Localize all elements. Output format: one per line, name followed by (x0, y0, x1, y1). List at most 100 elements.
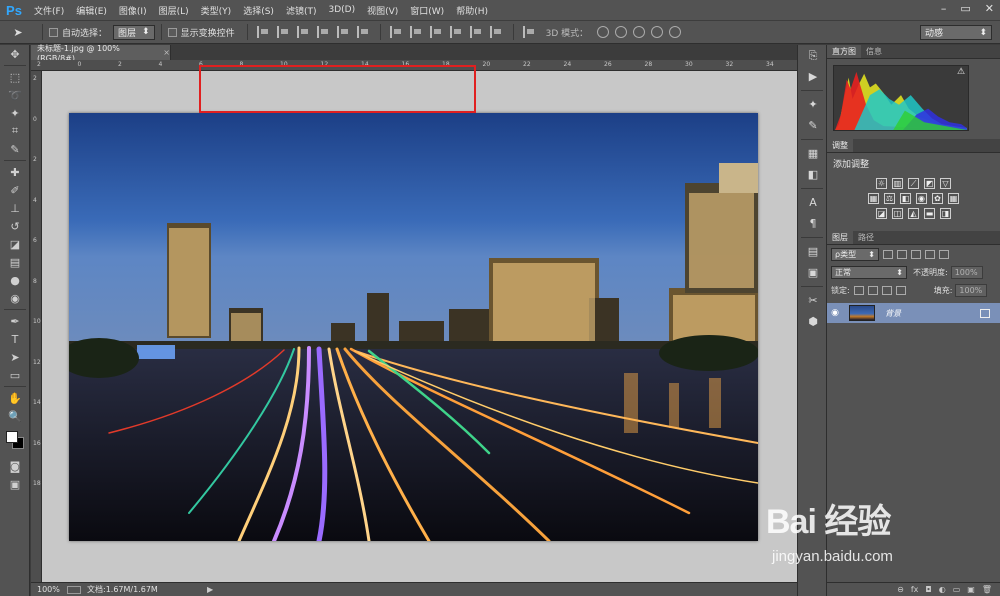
menu-layer[interactable]: 图层(L) (153, 4, 195, 17)
vibrance-icon[interactable]: ▽ (940, 178, 951, 189)
blur-tool-icon[interactable]: ● (0, 271, 30, 289)
distribute-right-icon[interactable] (489, 26, 504, 38)
document-tab[interactable]: 未标题-1.jpg @ 100%(RGB/8#) × (31, 44, 171, 63)
curves-icon[interactable]: ⟋ (908, 178, 919, 189)
filter-smart-icon[interactable] (939, 249, 949, 259)
new-group-icon[interactable]: ▭ (953, 585, 961, 594)
selective-color-icon[interactable]: ◨ (940, 208, 951, 219)
photo-filter-icon[interactable]: ◉ (916, 193, 927, 204)
type-tool-icon[interactable]: T (0, 330, 30, 348)
auto-select-dropdown[interactable]: 图层 ⬍ (113, 24, 155, 40)
lock-transparent-icon[interactable] (853, 285, 864, 295)
restore-button[interactable]: ▭ (960, 2, 970, 15)
tool-presets-panel-icon[interactable]: ✦ (798, 94, 828, 115)
lock-all-icon[interactable] (895, 285, 906, 295)
marquee-tool-icon[interactable]: ⬚ (0, 68, 30, 86)
hand-tool-icon[interactable]: ✋ (0, 389, 30, 407)
eyedropper-tool-icon[interactable]: ✎ (0, 140, 30, 158)
close-icon[interactable]: × (163, 48, 170, 57)
shape-tool-icon[interactable]: ▭ (0, 366, 30, 384)
filter-shape-icon[interactable] (925, 249, 935, 259)
menu-edit[interactable]: 编辑(E) (70, 4, 113, 17)
brightness-icon[interactable]: ☼ (876, 178, 887, 189)
zoom-tool-icon[interactable]: 🔍 (0, 407, 30, 425)
3d-slide-icon[interactable] (651, 26, 664, 38)
fill-field[interactable]: 100% (955, 283, 988, 297)
swatches-panel-icon[interactable]: ▦ (798, 143, 828, 164)
ruler-vertical[interactable]: 2 0 2 4 6 8 10 12 14 16 18 (31, 71, 42, 582)
path-select-tool-icon[interactable]: ➤ (0, 348, 30, 366)
notes-panel-icon[interactable]: ▣ (798, 262, 828, 283)
minimize-button[interactable]: – (941, 2, 947, 15)
align-vcenter-icon[interactable] (276, 26, 291, 38)
color-balance-icon[interactable]: ⚖ (884, 193, 895, 204)
3d-panel-icon[interactable]: ⬢ (798, 311, 828, 332)
lock-position-icon[interactable] (881, 285, 892, 295)
tab-paths[interactable]: 路径 (853, 231, 879, 244)
align-hcenter-icon[interactable] (336, 26, 351, 38)
actions-panel-icon[interactable]: ▶ (798, 66, 828, 87)
black-white-icon[interactable]: ◧ (900, 193, 911, 204)
canvas-image[interactable] (69, 113, 758, 541)
auto-align-icon[interactable] (522, 26, 537, 38)
filter-adjust-icon[interactable] (897, 249, 907, 259)
3d-pan-icon[interactable] (633, 26, 646, 38)
auto-select-checkbox[interactable] (49, 27, 58, 37)
layer-style-icon[interactable]: fx (911, 585, 919, 594)
pen-tool-icon[interactable]: ✒ (0, 312, 30, 330)
tab-info[interactable]: 信息 (861, 45, 887, 58)
menu-image[interactable]: 图像(I) (113, 4, 153, 17)
layer-row-background[interactable]: ◉ 背景 (827, 303, 1000, 323)
menu-filter[interactable]: 滤镜(T) (280, 4, 323, 17)
3d-rotate-icon[interactable] (597, 26, 610, 38)
align-top-icon[interactable] (256, 26, 271, 38)
link-layers-icon[interactable]: ⊖ (897, 585, 904, 594)
menu-file[interactable]: 文件(F) (28, 4, 70, 17)
distribute-top-icon[interactable] (389, 26, 404, 38)
workspace-dropdown[interactable]: 动感 ⬍ (920, 25, 992, 40)
posterize-icon[interactable]: ◫ (892, 208, 903, 219)
lasso-tool-icon[interactable]: ➰ (0, 86, 30, 104)
quick-mask-icon[interactable]: ◙ (0, 457, 30, 475)
hue-saturation-icon[interactable]: ▦ (868, 193, 879, 204)
tab-histogram[interactable]: 直方图 (827, 45, 861, 58)
filter-pixel-icon[interactable] (883, 249, 893, 259)
menu-type[interactable]: 类型(Y) (195, 4, 238, 17)
channel-mixer-icon[interactable]: ✿ (932, 193, 943, 204)
history-brush-tool-icon[interactable]: ↺ (0, 217, 30, 235)
status-menu-arrow-icon[interactable]: ▶ (207, 585, 213, 594)
3d-scale-icon[interactable] (669, 26, 682, 38)
menu-window[interactable]: 窗口(W) (404, 4, 450, 17)
menu-3d[interactable]: 3D(D) (322, 5, 361, 15)
zoom-level[interactable]: 100% (31, 585, 61, 594)
character-panel-icon[interactable]: A (798, 192, 828, 213)
styles-panel-icon[interactable]: ◧ (798, 164, 828, 185)
layer-comps-panel-icon[interactable]: ▤ (798, 241, 828, 262)
eraser-tool-icon[interactable]: ◪ (0, 235, 30, 253)
brush-tool-icon[interactable]: ✐ (0, 181, 30, 199)
levels-icon[interactable]: ▥ (892, 178, 903, 189)
menu-view[interactable]: 视图(V) (361, 4, 404, 17)
paragraph-panel-icon[interactable]: ¶ (798, 213, 828, 234)
filter-type-icon[interactable] (911, 249, 921, 259)
threshold-icon[interactable]: ◭ (908, 208, 919, 219)
menu-select[interactable]: 选择(S) (237, 4, 280, 17)
new-layer-icon[interactable]: ▣ (967, 585, 975, 594)
tab-layers[interactable]: 图层 (827, 231, 853, 244)
history-panel-icon[interactable]: ⎘ (798, 45, 828, 66)
color-lookup-icon[interactable]: ▦ (948, 193, 959, 204)
menu-help[interactable]: 帮助(H) (450, 4, 494, 17)
healing-brush-tool-icon[interactable]: ✚ (0, 163, 30, 181)
gradient-map-icon[interactable]: ▬ (924, 208, 935, 219)
opacity-field[interactable]: 100% (950, 265, 983, 279)
color-swatches[interactable] (0, 425, 30, 457)
align-left-icon[interactable] (316, 26, 331, 38)
move-tool-preset-icon[interactable]: ➤ (0, 26, 36, 39)
foreground-color[interactable] (6, 431, 18, 443)
new-adjustment-icon[interactable]: ◐ (939, 585, 946, 594)
distribute-vcenter-icon[interactable] (409, 26, 424, 38)
close-button[interactable]: ✕ (985, 2, 994, 15)
distribute-bottom-icon[interactable] (429, 26, 444, 38)
add-mask-icon[interactable]: ◘ (925, 585, 931, 594)
3d-roll-icon[interactable] (615, 26, 628, 38)
